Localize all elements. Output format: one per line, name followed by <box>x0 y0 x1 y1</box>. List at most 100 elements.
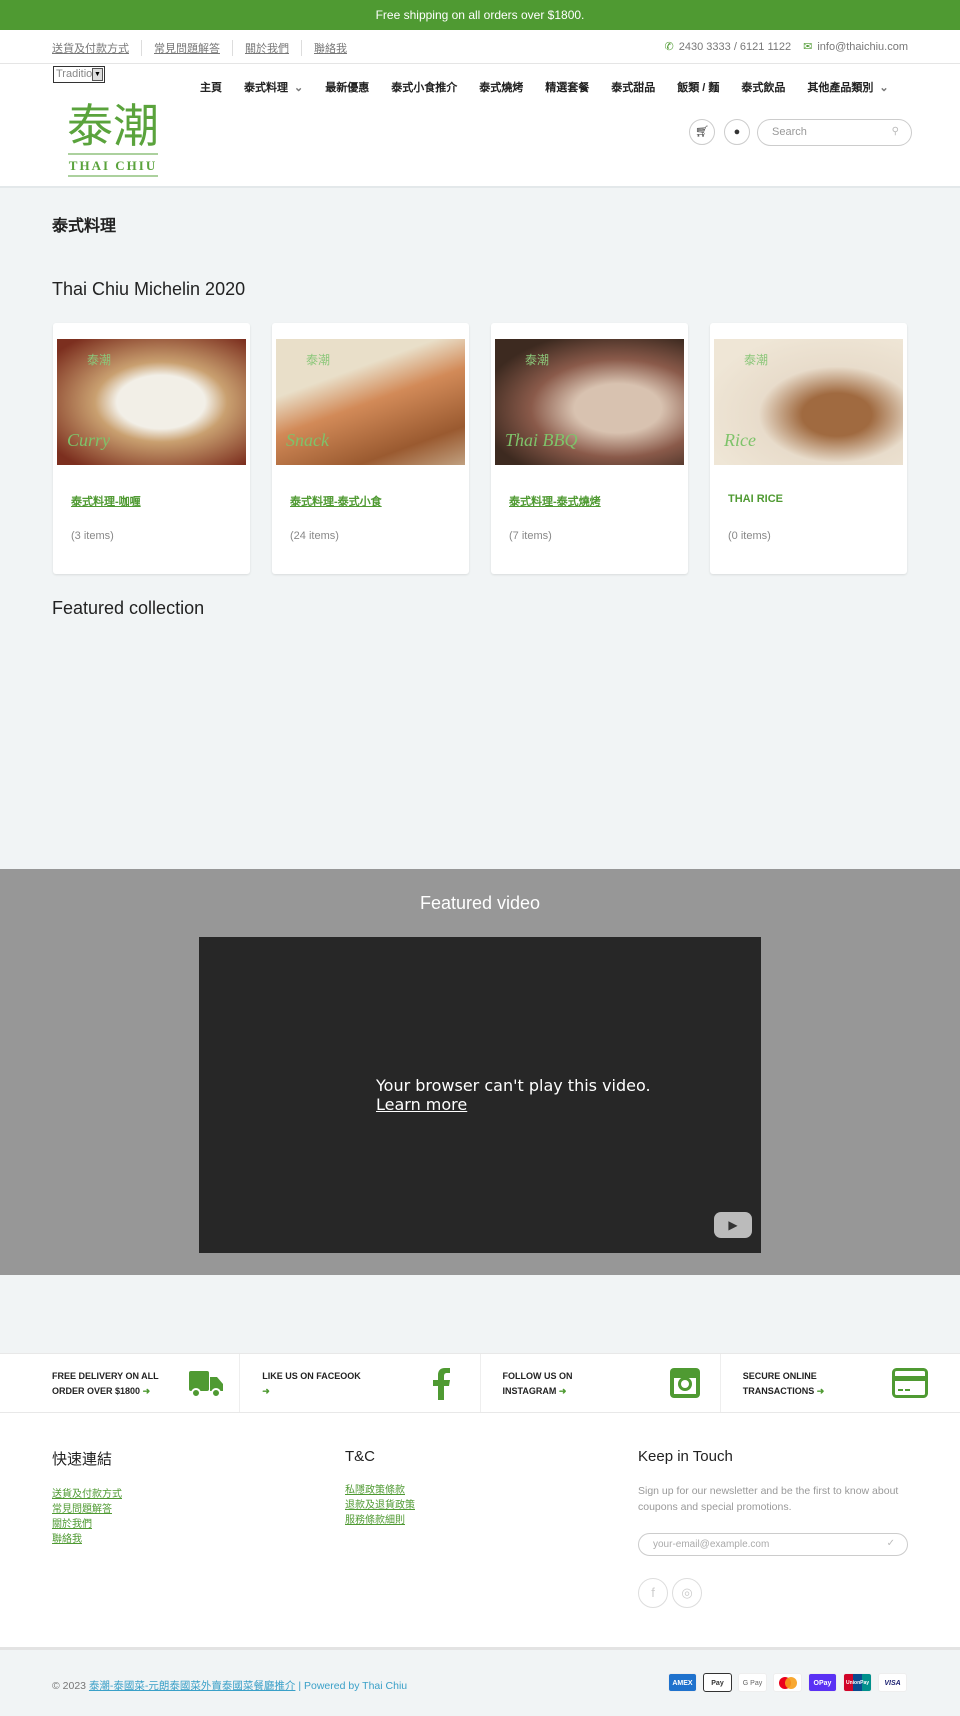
newsletter-text: Sign up for our newsletter and be the fi… <box>638 1485 899 1513</box>
youtube-play-button[interactable]: ▶ <box>714 1212 752 1238</box>
phone: ✆ 2430 3333 / 6121 1122 <box>665 40 792 53</box>
collection-name[interactable]: 泰式料理-咖喱 <box>71 493 141 509</box>
header: Traditio ▼ 泰潮 THAI CHIU 主頁 泰式料理 ⌄ 最新優惠 泰式小… <box>0 64 960 188</box>
nav-item[interactable]: 其他產品類別 ⌄ <box>807 79 888 95</box>
newsletter-email-input[interactable]: your-email@example.com ✓ <box>638 1533 908 1556</box>
collection-name[interactable]: THAI RICE <box>728 493 783 505</box>
feature-instagram[interactable]: FOLLOW US ON INSTAGRAM ➜ <box>481 1354 721 1412</box>
cart-icon: 🛒︎ <box>695 126 709 138</box>
play-icon: ▶ <box>728 1218 738 1232</box>
phone-icon: ✆ <box>664 41 674 53</box>
instagram-icon <box>669 1368 700 1398</box>
footer-link[interactable]: 常見問題解答 <box>52 1502 122 1517</box>
arrow-circle-icon: ➜ <box>262 1386 270 1396</box>
facebook-icon <box>432 1368 450 1400</box>
phone-number: 2430 3333 / 6121 1122 <box>678 41 792 53</box>
svg-text:THAI CHIU: THAI CHIU <box>69 158 157 173</box>
chevron-down-icon: ⌄ <box>879 82 889 94</box>
user-icon: ● <box>733 126 741 138</box>
footer-link[interactable]: 退款及退貨政策 <box>345 1498 415 1513</box>
language-select[interactable]: Traditio ▼ <box>53 66 105 83</box>
nav-item[interactable]: 主頁 <box>200 79 222 95</box>
instagram-icon[interactable]: ◎ <box>672 1578 702 1608</box>
unionpay-icon: UnionPay <box>843 1673 872 1692</box>
copyright: © 2023 泰潮-泰國菜-元朗泰國菜外賣泰國菜餐廳推介 | Powered b… <box>52 1680 408 1692</box>
item-count: (0 items) <box>728 530 771 542</box>
email[interactable]: ✉ info@thaichiu.com <box>803 40 908 53</box>
powered-by-link[interactable]: | Powered by Thai Chiu <box>298 1680 407 1692</box>
footer-link[interactable]: 送貨及付款方式 <box>52 1487 122 1502</box>
nav-item[interactable]: 飯類 / 麵 <box>677 79 719 95</box>
account-button[interactable]: ● <box>724 119 750 145</box>
footer-link[interactable]: 服務條款細則 <box>345 1513 415 1528</box>
collections-heading: Thai Chiu Michelin 2020 <box>52 279 246 299</box>
collection-image[interactable]: 泰潮 Thai BBQ <box>495 339 684 465</box>
collection-card[interactable]: 泰潮 Curry 泰式料理-咖喱 (3 items) <box>53 323 250 574</box>
svg-text:泰潮: 泰潮 <box>67 99 159 153</box>
footer-link[interactable]: 關於我們 <box>52 1517 122 1532</box>
feature-free-delivery[interactable]: FREE DELIVERY ON ALL ORDER OVER $1800 ➜ <box>0 1354 241 1412</box>
top-link[interactable]: 常見問題解答 <box>142 40 233 56</box>
top-link[interactable]: 關於我們 <box>233 40 302 56</box>
footer-link[interactable]: 聯絡我 <box>52 1532 122 1547</box>
email-address[interactable]: info@thaichiu.com <box>817 41 908 53</box>
collection-card[interactable]: 泰潮 Snack 泰式料理-泰式小食 (24 items) <box>272 323 469 574</box>
nav-item[interactable]: 泰式甜品 <box>611 79 655 95</box>
chevron-down-icon: ⌄ <box>294 82 304 94</box>
collection-image[interactable]: 泰潮 Rice <box>714 339 903 465</box>
top-link[interactable]: 送貨及付款方式 <box>52 40 142 56</box>
envelope-icon: ✉ <box>803 41 813 53</box>
google-pay-icon: G Pay <box>738 1673 767 1692</box>
collection-image[interactable]: 泰潮 Curry <box>57 339 246 465</box>
video-error-message: Your browser can't play this video. <box>376 1076 651 1095</box>
item-count: (7 items) <box>509 530 552 542</box>
amex-icon: AMEX <box>668 1673 697 1692</box>
learn-more-link[interactable]: Learn more <box>376 1095 651 1114</box>
footer-heading: 快速連結 <box>52 1451 113 1468</box>
facebook-icon[interactable]: f <box>638 1578 668 1608</box>
visa-icon: VISA <box>878 1673 907 1692</box>
credit-card-icon <box>892 1368 928 1398</box>
truck-icon <box>189 1371 224 1398</box>
collection-name[interactable]: 泰式料理-泰式燒烤 <box>509 493 601 509</box>
page-title: 泰式料理 <box>52 218 117 235</box>
feature-facebook[interactable]: LIKE US ON FACEOOK ➜ <box>240 1354 481 1412</box>
featured-collection-heading: Featured collection <box>52 598 205 618</box>
nav-item[interactable]: 泰式燒烤 <box>479 79 523 95</box>
nav-item[interactable]: 最新優惠 <box>325 79 369 95</box>
collection-card[interactable]: 泰潮 Rice THAI RICE (0 items) <box>710 323 907 574</box>
arrow-circle-icon: ➜ <box>816 1386 825 1396</box>
logo[interactable]: 泰潮 THAI CHIU <box>58 92 168 184</box>
cart-button[interactable]: 🛒︎ <box>689 119 715 145</box>
arrow-circle-icon: ➜ <box>142 1386 151 1396</box>
collection-card[interactable]: 泰潮 Thai BBQ 泰式料理-泰式燒烤 (7 items) <box>491 323 688 574</box>
search-icon: ⚲ <box>891 126 899 137</box>
item-count: (24 items) <box>290 530 339 542</box>
footer-heading: T&C <box>345 1448 375 1465</box>
item-count: (3 items) <box>71 530 114 542</box>
features-bar: FREE DELIVERY ON ALL ORDER OVER $1800 ➜ L… <box>0 1353 960 1413</box>
collection-image[interactable]: 泰潮 Snack <box>276 339 465 465</box>
video-title: Featured video <box>419 893 541 913</box>
shop-pay-icon: OPay <box>808 1673 837 1692</box>
arrow-circle-icon: ➜ <box>558 1386 567 1396</box>
featured-video-section: Featured video Your browser can't play t… <box>0 869 960 1275</box>
footer: 快速連結 送貨及付款方式 常見問題解答 關於我們 聯絡我 T&C 私隱政策條款 … <box>0 1413 960 1650</box>
top-link[interactable]: 聯絡我 <box>302 40 359 56</box>
video-player[interactable]: Your browser can't play this video. Learn… <box>199 937 761 1253</box>
collection-name[interactable]: 泰式料理-泰式小食 <box>290 493 382 509</box>
shop-link[interactable]: 泰潮-泰國菜-元朗泰國菜外賣泰國菜餐廳推介 <box>89 1680 296 1692</box>
search-input[interactable]: Search ⚲ <box>757 119 912 146</box>
apple-pay-icon: Pay <box>703 1673 732 1692</box>
nav-item[interactable]: 泰式料理 ⌄ <box>244 79 303 95</box>
footer-heading: Keep in Touch <box>638 1448 733 1465</box>
submit-check-icon[interactable]: ✓ <box>887 1538 895 1549</box>
feature-secure[interactable]: SECURE ONLINE TRANSACTIONS ➜ <box>721 1354 960 1412</box>
nav-item[interactable]: 泰式小食推介 <box>391 79 457 95</box>
nav-item[interactable]: 精選套餐 <box>545 79 589 95</box>
main-nav: 主頁 泰式料理 ⌄ 最新優惠 泰式小食推介 泰式燒烤 精選套餐 泰式甜品 飯類 /… <box>200 79 889 95</box>
footer-link[interactable]: 私隱政策條款 <box>345 1483 415 1498</box>
promo-banner: Free shipping on all orders over $1800. <box>0 0 960 30</box>
nav-item[interactable]: 泰式飲品 <box>741 79 785 95</box>
payment-icons: AMEX Pay G Pay OPay UnionPay VISA <box>668 1673 907 1692</box>
